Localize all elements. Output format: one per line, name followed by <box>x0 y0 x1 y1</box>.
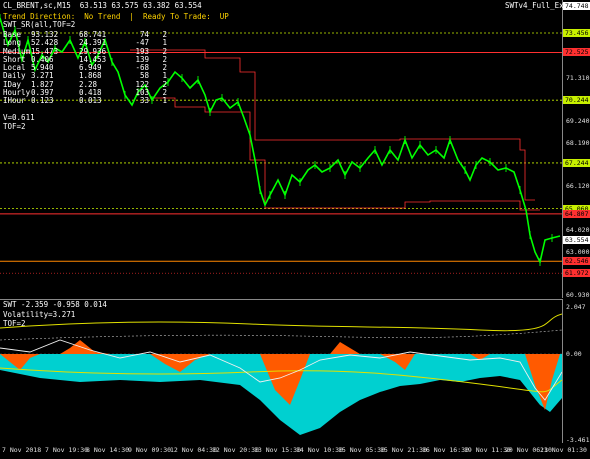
stats-table: Base 93.132 68.741 74 2 Long 52.428 24.391 -47 1 M… <box>3 30 167 106</box>
middle-band <box>0 329 562 341</box>
resistance-step-line <box>130 49 535 201</box>
price-level-tag: 61.972 <box>563 269 590 278</box>
indicator-pane[interactable]: SWT -2.359 -0.958 0.014 Volatility=3.271… <box>0 299 563 443</box>
price-axis-label: 60.930 <box>566 291 590 299</box>
indicator-canvas <box>0 313 562 435</box>
price-axis-label: 71.310 <box>566 73 590 82</box>
indicator-axis-label: 0.00 <box>566 350 582 358</box>
chart-title: CL_BRENT,sc,M15 63.513 63.575 63.382 63.… <box>3 1 202 10</box>
time-axis-label: 21 Nov 01:30 <box>540 446 587 454</box>
price-level-tag: 67.244 <box>563 158 590 167</box>
price-chart-pane[interactable]: CL_BRENT,sc,M15 63.513 63.575 63.382 63.… <box>0 0 568 298</box>
price-axis-label: 63.000 <box>566 247 590 256</box>
stats-row: IHour 0.123 0.013 33 1 <box>3 96 167 106</box>
stats-cell-b: 0.013 <box>79 96 102 106</box>
time-axis-label: 16 Nov 16:30 <box>422 446 469 454</box>
price-axis-label: 64.020 <box>566 226 590 235</box>
time-axis-label: 12 Nov 20:30 <box>212 446 259 454</box>
time-axis-label: 9 Nov 09:30 <box>128 446 172 454</box>
stats-cell-name: IHour <box>3 96 26 106</box>
time-axis-label: 15 Nov 21:30 <box>380 446 427 454</box>
price-axis-label: 68.190 <box>566 139 590 148</box>
time-axis-label: 12 Nov 04:30 <box>170 446 217 454</box>
time-axis-label: 7 Nov 19:30 <box>45 446 89 454</box>
indicator-axis-label: -3.461 <box>566 436 590 444</box>
time-axis-label: 7 Nov 2018 <box>2 446 42 454</box>
time-axis-label: 15 Nov 05:30 <box>338 446 385 454</box>
price-level-tag: 73.456 <box>563 29 590 38</box>
time-axis-label: 8 Nov 14:30 <box>86 446 130 454</box>
time-axis-label: 19 Nov 11:30 <box>464 446 511 454</box>
oscillator-area <box>330 342 360 354</box>
indicator-title: SWT -2.359 -0.958 0.014 <box>3 300 107 309</box>
price-level-tag: 63.554 <box>563 236 590 245</box>
indicator-tof: TOF=2 <box>3 319 26 328</box>
indicator-axis-label: 2.047 <box>566 303 586 311</box>
stats-cell-d: 1 <box>162 96 167 106</box>
support-step-line <box>150 97 540 211</box>
time-axis-label: 13 Nov 15:30 <box>254 446 301 454</box>
tof-value: TOF=2 <box>3 122 26 131</box>
time-axis-label: 14 Nov 10:30 <box>296 446 343 454</box>
price-level-tag: 72.525 <box>563 48 590 57</box>
price-level-tag: 70.244 <box>563 96 590 105</box>
price-axis-label: 66.120 <box>566 182 590 191</box>
price-axis-label: 69.240 <box>566 117 590 126</box>
stats-cell-c: 33 <box>139 96 149 106</box>
price-level-tag: 64.807 <box>563 209 590 218</box>
price-level-tag: 62.546 <box>563 257 590 266</box>
stats-cell-a: 0.123 <box>31 96 54 106</box>
price-level-tag: 74.748 <box>563 2 590 10</box>
expert-name: SWTv4_Full_Exp <box>505 1 569 10</box>
upper-band <box>0 313 562 332</box>
indicator-name: SWT_SR(all,TOF=2 <box>3 20 76 29</box>
